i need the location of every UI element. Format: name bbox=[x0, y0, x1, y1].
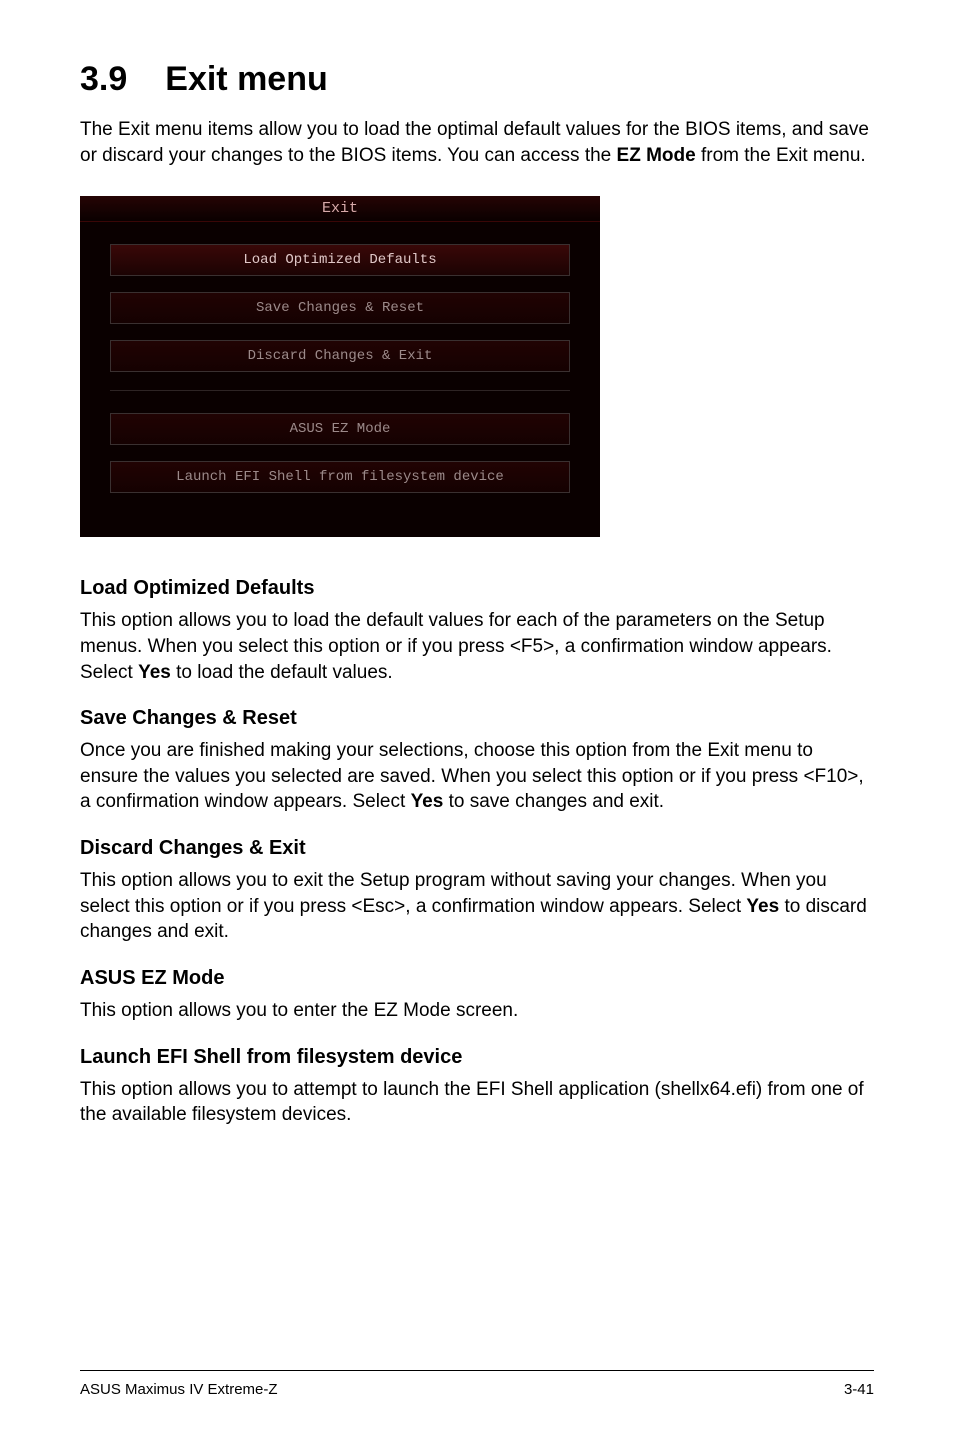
section-body-save: Once you are finished making your select… bbox=[80, 738, 874, 815]
bios-screenshot: Exit Load Optimized Defaults Save Change… bbox=[80, 196, 600, 537]
page-footer: ASUS Maximus IV Extreme-Z 3-41 bbox=[80, 1370, 874, 1398]
bios-button-save-reset: Save Changes & Reset bbox=[110, 292, 570, 324]
section-title-ezmode: ASUS EZ Mode bbox=[80, 967, 874, 990]
discard-pre: This option allows you to exit the Setup… bbox=[80, 870, 827, 917]
section-title-efi: Launch EFI Shell from filesystem device bbox=[80, 1046, 874, 1069]
section-title-load: Load Optimized Defaults bbox=[80, 577, 874, 600]
section-body-ezmode: This option allows you to enter the EZ M… bbox=[80, 998, 874, 1024]
bios-divider bbox=[110, 390, 570, 391]
section-title-save: Save Changes & Reset bbox=[80, 707, 874, 730]
heading-title: Exit menu bbox=[165, 60, 327, 98]
bios-button-discard-exit: Discard Changes & Exit bbox=[110, 340, 570, 372]
section-body-discard: This option allows you to exit the Setup… bbox=[80, 868, 874, 945]
load-post: to load the default values. bbox=[171, 662, 393, 683]
intro-text-2: from the Exit menu. bbox=[696, 145, 866, 166]
bios-button-load-defaults: Load Optimized Defaults bbox=[110, 244, 570, 276]
section-body-load: This option allows you to load the defau… bbox=[80, 608, 874, 685]
bios-button-launch-efi: Launch EFI Shell from filesystem device bbox=[110, 461, 570, 493]
footer-left: ASUS Maximus IV Extreme-Z bbox=[80, 1381, 278, 1398]
footer-right: 3-41 bbox=[844, 1381, 874, 1398]
save-bold: Yes bbox=[411, 791, 444, 812]
bios-tab-exit: Exit bbox=[80, 196, 600, 222]
intro-bold: EZ Mode bbox=[617, 145, 696, 166]
load-bold: Yes bbox=[138, 662, 171, 683]
page-heading: 3.9 Exit menu bbox=[80, 60, 874, 99]
discard-bold: Yes bbox=[746, 896, 779, 917]
section-body-efi: This option allows you to attempt to lau… bbox=[80, 1077, 874, 1128]
intro-paragraph: The Exit menu items allow you to load th… bbox=[80, 117, 874, 168]
section-title-discard: Discard Changes & Exit bbox=[80, 837, 874, 860]
save-post: to save changes and exit. bbox=[443, 791, 664, 812]
heading-number: 3.9 bbox=[80, 60, 127, 99]
bios-button-ez-mode: ASUS EZ Mode bbox=[110, 413, 570, 445]
